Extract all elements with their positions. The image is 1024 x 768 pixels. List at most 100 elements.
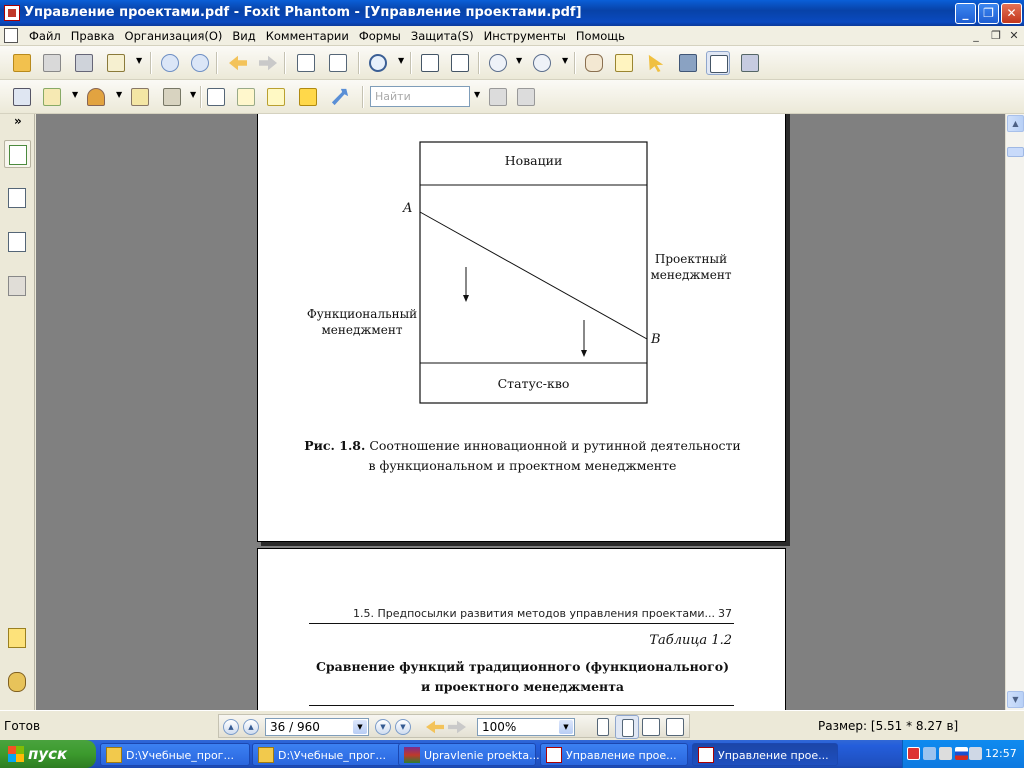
restore-button[interactable]: ❐ [978, 3, 999, 24]
continuous-view-icon[interactable] [615, 715, 639, 739]
single-page-view-icon[interactable] [591, 715, 615, 739]
open-icon[interactable] [10, 51, 34, 75]
menu-edit[interactable]: Правка [66, 29, 120, 43]
next-page-status-icon[interactable]: ▼ [375, 719, 391, 735]
first-page-icon[interactable]: ▲ [223, 719, 239, 735]
edit-form-icon[interactable] [234, 85, 258, 109]
pdf-page-36: Новации Статус-кво A B Функциональный ме… [257, 114, 786, 542]
menu-forms[interactable]: Формы [354, 29, 406, 43]
forward-icon[interactable] [256, 51, 280, 75]
taskbar-item-archive[interactable]: Upravlenie proekta... [398, 743, 540, 766]
email-dropdown-icon[interactable]: ▼ [136, 56, 144, 65]
taskbar-item-folder-1[interactable]: D:\Учебные_прог... [100, 743, 250, 766]
display-icon[interactable] [939, 747, 952, 760]
menu-file[interactable]: Файл [24, 29, 66, 43]
pencil-dropdown-icon[interactable]: ▼ [72, 90, 80, 99]
doc-restore-icon[interactable]: ❐ [988, 29, 1004, 43]
zoom-out-icon[interactable] [486, 51, 510, 75]
text-select-icon[interactable] [706, 51, 730, 75]
taskbar-item-foxit-2[interactable]: Управление прое... [692, 743, 838, 766]
document-viewport[interactable]: Новации Статус-кво A B Функциональный ме… [36, 114, 1005, 710]
antivirus-icon[interactable] [907, 747, 920, 760]
snapshot-binoculars-icon[interactable] [676, 51, 700, 75]
menu-help[interactable]: Помощь [571, 29, 630, 43]
attachments-icon[interactable] [4, 668, 31, 696]
scroll-up-button[interactable]: ▲ [1007, 115, 1024, 132]
language-flag-icon[interactable] [955, 747, 968, 760]
find-input[interactable]: Найти [370, 86, 470, 107]
reading-glasses-icon[interactable] [612, 51, 636, 75]
expand-panel-icon[interactable]: » [14, 114, 22, 128]
fit-width-icon[interactable] [448, 51, 472, 75]
email-icon[interactable] [104, 51, 128, 75]
edit-document-icon[interactable] [204, 85, 228, 109]
arrow-annotation-icon[interactable] [328, 85, 352, 109]
foxit-icon [698, 747, 714, 763]
bookmarks-icon[interactable] [4, 140, 31, 168]
camera-icon[interactable] [738, 51, 762, 75]
zoom-out-dropdown-icon[interactable]: ▼ [516, 56, 524, 65]
document-icon[interactable] [4, 28, 18, 43]
zoom-icon[interactable] [366, 51, 390, 75]
stamp-dropdown-icon[interactable]: ▼ [116, 90, 124, 99]
zoom-in-dropdown-icon[interactable]: ▼ [562, 56, 570, 65]
sign-icon[interactable] [128, 85, 152, 109]
pencil-icon[interactable] [40, 85, 64, 109]
caption-figure-number: Рис. 1.8. [304, 438, 366, 453]
lock-icon[interactable] [160, 85, 184, 109]
secondary-toolbar: ▼ ▼ ▼ Найти ▼ [0, 80, 1024, 114]
status-forward-icon[interactable] [445, 715, 469, 739]
find-previous-icon[interactable] [486, 85, 510, 109]
layers-icon[interactable] [4, 272, 31, 300]
prev-page-status-icon[interactable]: ▲ [243, 719, 259, 735]
find-dropdown-icon[interactable]: ▼ [474, 90, 482, 99]
facing-view-icon[interactable] [639, 715, 663, 739]
signatures-icon[interactable] [4, 228, 31, 256]
insert-pages-icon[interactable] [326, 51, 350, 75]
menu-tools[interactable]: Инструменты [479, 29, 571, 43]
continuous-facing-view-icon[interactable] [663, 715, 687, 739]
hand-tool-icon[interactable] [582, 51, 606, 75]
doc-close-icon[interactable]: ✕ [1006, 29, 1022, 43]
taskbar-item-foxit-1[interactable]: Управление прое... [540, 743, 688, 766]
scroll-down-button[interactable]: ▼ [1007, 691, 1024, 708]
volume-icon[interactable] [969, 747, 982, 760]
page-number-input[interactable]: 36 / 960 ▼ [265, 718, 369, 736]
typewriter-icon[interactable] [10, 85, 34, 109]
doc-minimize-icon[interactable]: _ [968, 29, 984, 43]
foxit-app-icon[interactable] [4, 5, 20, 21]
save-icon[interactable] [40, 51, 64, 75]
last-page-icon[interactable]: ▼ [395, 719, 411, 735]
status-back-icon[interactable] [423, 715, 447, 739]
next-page-icon[interactable] [188, 51, 212, 75]
zoom-in-icon[interactable] [530, 51, 554, 75]
close-button[interactable]: ✕ [1001, 3, 1022, 24]
taskbar-item-folder-2[interactable]: D:\Учебные_прог... [252, 743, 402, 766]
zoom-dropdown-icon[interactable]: ▼ [398, 56, 406, 65]
fit-page-icon[interactable] [418, 51, 442, 75]
menu-comments[interactable]: Комментарии [261, 29, 354, 43]
network-icon[interactable] [923, 747, 936, 760]
print-icon[interactable] [72, 51, 96, 75]
menu-protect[interactable]: Защита(S) [406, 29, 479, 43]
find-next-icon[interactable] [514, 85, 538, 109]
select-arrow-icon[interactable] [644, 51, 668, 75]
extract-pages-icon[interactable] [294, 51, 318, 75]
scroll-thumb[interactable] [1007, 147, 1024, 157]
text-box-icon[interactable] [264, 85, 288, 109]
zoom-level-select[interactable]: 100% ▼ [477, 718, 575, 736]
menu-organize[interactable]: Организация(О) [120, 29, 228, 43]
minimize-button[interactable]: _ [955, 3, 976, 24]
back-icon[interactable] [226, 51, 250, 75]
stamp-icon[interactable] [84, 85, 108, 109]
prev-page-icon[interactable] [158, 51, 182, 75]
zoom-dropdown-arrow-icon[interactable]: ▼ [559, 720, 573, 734]
menu-view[interactable]: Вид [227, 29, 260, 43]
pages-thumbnails-icon[interactable] [4, 184, 31, 212]
start-button[interactable]: пуск [0, 740, 96, 768]
note-icon[interactable] [296, 85, 320, 109]
lock-dropdown-icon[interactable]: ▼ [190, 90, 198, 99]
page-dropdown-icon[interactable]: ▼ [353, 720, 367, 734]
comments-icon[interactable] [4, 624, 31, 652]
vertical-scrollbar[interactable]: ▲ ▼ [1005, 114, 1024, 710]
